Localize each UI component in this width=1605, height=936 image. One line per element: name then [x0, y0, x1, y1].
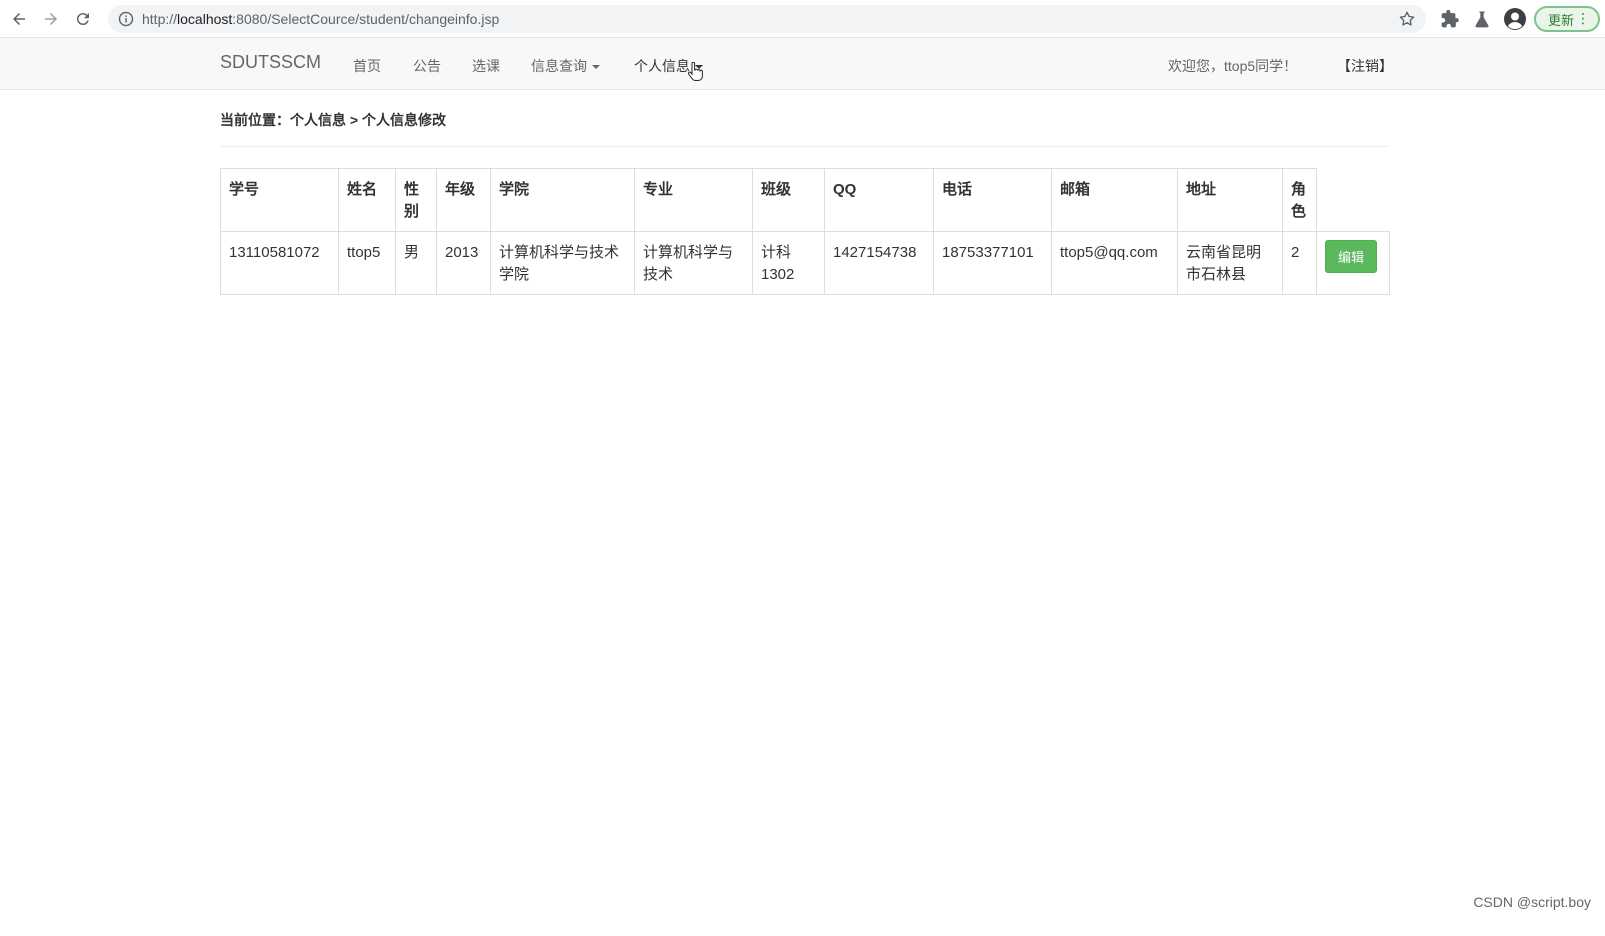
- column-header: QQ: [824, 168, 934, 232]
- column-header: 角色: [1282, 168, 1317, 232]
- forward-icon[interactable]: [40, 8, 62, 30]
- cell-major: 计算机科学与技术: [634, 231, 753, 295]
- edit-button[interactable]: 编辑: [1325, 240, 1378, 273]
- bookmark-star-icon[interactable]: [1398, 10, 1416, 28]
- extensions-puzzle-icon[interactable]: [1440, 9, 1460, 29]
- action-column-header: [1316, 168, 1390, 232]
- site-navbar: SDUTSSCM 首页 公告 选课 信息查询 个人信息 欢迎您，ttop5同学！…: [0, 38, 1605, 90]
- nav-item-info-query-label: 信息查询: [531, 58, 587, 74]
- url-text[interactable]: http://localhost:8080/SelectCource/stude…: [142, 11, 499, 27]
- cell-gender: 男: [395, 231, 437, 295]
- table-row: 13110581072 ttop5 男 2013 计算机科学与技术学院 计算机科…: [220, 231, 1390, 295]
- cell-college: 计算机科学与技术学院: [490, 231, 635, 295]
- divider: [220, 146, 1389, 147]
- column-header: 姓名: [338, 168, 396, 232]
- nav-item-info-query[interactable]: 信息查询: [531, 56, 600, 76]
- cell-qq: 1427154738: [824, 231, 934, 295]
- cell-class: 计科1302: [752, 231, 825, 295]
- breadcrumb: 当前位置：个人信息 > 个人信息修改: [220, 112, 446, 128]
- update-button[interactable]: 更新 ⋮: [1534, 6, 1600, 32]
- logout-link[interactable]: 【注销】: [1337, 56, 1393, 76]
- column-header: 班级: [752, 168, 825, 232]
- caret-down-icon: [592, 65, 600, 70]
- column-header: 学院: [490, 168, 635, 232]
- address-bar[interactable]: http://localhost:8080/SelectCource/stude…: [108, 5, 1426, 33]
- update-label: 更新: [1548, 12, 1575, 28]
- cell-role: 2: [1282, 231, 1317, 295]
- column-header: 地址: [1177, 168, 1283, 232]
- nav-item-home[interactable]: 首页: [353, 56, 381, 76]
- nav-item-personal-info-label: 个人信息: [634, 58, 690, 74]
- back-icon[interactable]: [8, 8, 30, 30]
- hand-pointer-cursor-icon: [687, 62, 703, 81]
- brand-logo[interactable]: SDUTSSCM: [220, 52, 321, 73]
- nav-item-notice[interactable]: 公告: [413, 56, 441, 76]
- info-icon[interactable]: [118, 11, 134, 27]
- cell-action: 编辑: [1316, 231, 1390, 295]
- column-header: 专业: [634, 168, 753, 232]
- profile-avatar-icon[interactable]: [1503, 7, 1527, 31]
- cell-grade: 2013: [436, 231, 491, 295]
- student-info-table: 学号 姓名 性别 年级 学院 专业 班级 QQ 电话 邮箱 地址 角色 1311…: [220, 168, 1390, 295]
- column-header: 年级: [436, 168, 491, 232]
- watermark: CSDN @script.boy: [1473, 894, 1591, 910]
- cell-student-id: 13110581072: [220, 231, 339, 295]
- nav-item-course-selection[interactable]: 选课: [472, 56, 500, 76]
- column-header: 学号: [220, 168, 339, 232]
- cell-address: 云南省昆明市石林县: [1177, 231, 1283, 295]
- lab-flask-icon[interactable]: [1472, 9, 1492, 29]
- cell-phone: 18753377101: [933, 231, 1052, 295]
- browser-toolbar: http://localhost:8080/SelectCource/stude…: [0, 0, 1605, 38]
- column-header: 性别: [395, 168, 437, 232]
- cell-name: ttop5: [338, 231, 396, 295]
- cell-email: ttop5@qq.com: [1051, 231, 1178, 295]
- table-header-row: 学号 姓名 性别 年级 学院 专业 班级 QQ 电话 邮箱 地址 角色: [220, 168, 1390, 232]
- column-header: 邮箱: [1051, 168, 1178, 232]
- column-header: 电话: [933, 168, 1052, 232]
- menu-dots-icon[interactable]: ⋮: [1576, 10, 1590, 27]
- reload-icon[interactable]: [72, 8, 94, 30]
- welcome-text: 欢迎您，ttop5同学！: [1168, 58, 1298, 74]
